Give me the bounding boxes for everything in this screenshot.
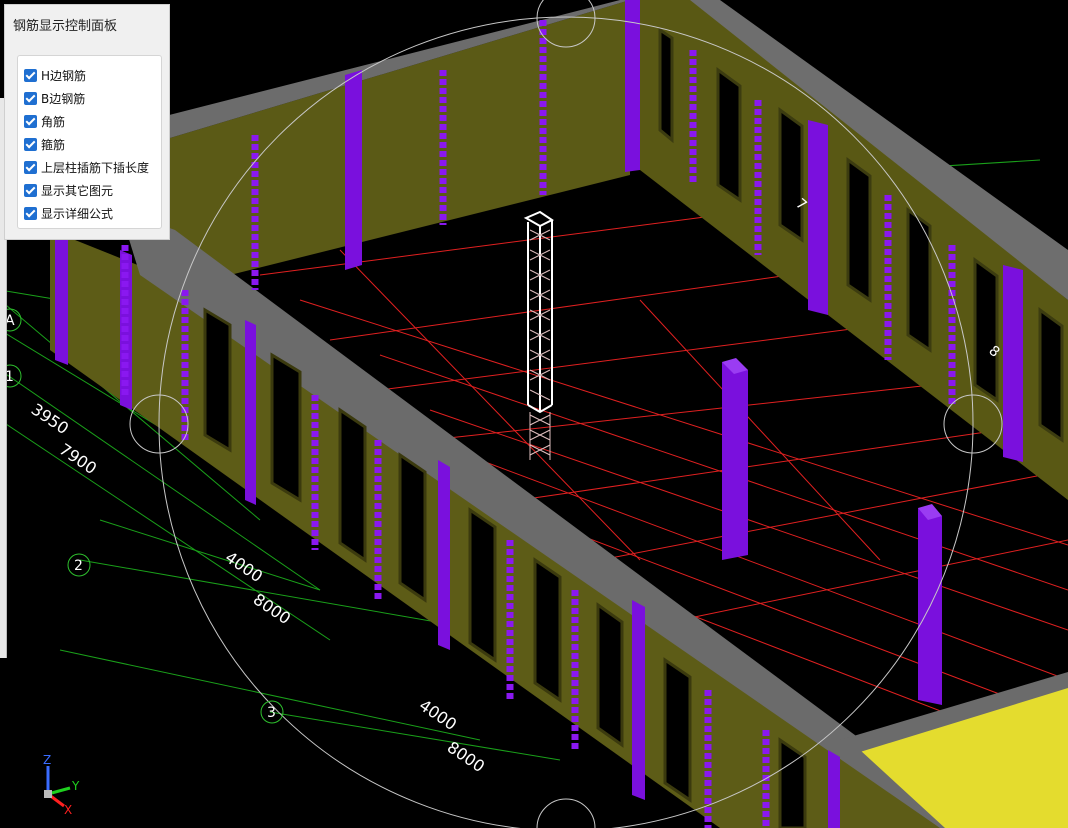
checkbox[interactable]	[24, 69, 37, 82]
triad-y: Y	[71, 779, 80, 793]
option-label: 上层柱插筋下插长度	[41, 161, 150, 175]
option-label: 显示其它图元	[41, 184, 114, 198]
checkbox[interactable]	[24, 138, 37, 151]
dim-8000-b: 8000	[444, 738, 488, 777]
option-b-rebar[interactable]: B边钢筋	[24, 87, 161, 110]
dim-4000-b: 4000	[416, 696, 460, 735]
dim-4000-a: 4000	[222, 548, 266, 587]
option-h-rebar[interactable]: H边钢筋	[24, 64, 161, 87]
axis-label-3: 3	[267, 705, 276, 721]
option-label: 箍筋	[41, 138, 66, 152]
option-corner-rebar[interactable]: 角筋	[24, 110, 161, 133]
option-other-elements[interactable]: 显示其它图元	[24, 179, 161, 202]
checkbox[interactable]	[24, 184, 37, 197]
option-dowel-length[interactable]: 上层柱插筋下插长度	[24, 156, 161, 179]
column-tops	[722, 358, 942, 520]
selected-column-rebar[interactable]	[523, 210, 554, 460]
back-wall-left	[130, 0, 630, 290]
option-label: 显示详细公式	[41, 207, 114, 221]
option-stirrup[interactable]: 箍筋	[24, 133, 161, 156]
options-list: H边钢筋 B边钢筋 角筋 箍筋 上层柱插筋下插长度 显示其它图元 显示详细公式	[17, 55, 162, 229]
option-label: H边钢筋	[41, 69, 87, 83]
option-detailed-formula[interactable]: 显示详细公式	[24, 202, 161, 225]
checkbox[interactable]	[24, 161, 37, 174]
checkbox[interactable]	[24, 207, 37, 220]
checkbox[interactable]	[24, 92, 37, 105]
panel-title: 钢筋显示控制面板	[13, 19, 118, 34]
option-label: B边钢筋	[41, 92, 86, 106]
rebar-display-panel: 钢筋显示控制面板 H边钢筋 B边钢筋 角筋 箍筋 上层柱插筋下插长度 显示其它图…	[4, 4, 170, 240]
axis-triad: Z Y X	[36, 752, 92, 817]
checkbox[interactable]	[24, 115, 37, 128]
axis-label-2: 2	[74, 558, 83, 574]
dim-8000-a: 8000	[250, 590, 294, 629]
triad-x: X	[64, 803, 72, 816]
option-label: 角筋	[41, 115, 66, 129]
dim-3950: 3950	[28, 400, 72, 439]
triad-z: Z	[43, 753, 51, 767]
